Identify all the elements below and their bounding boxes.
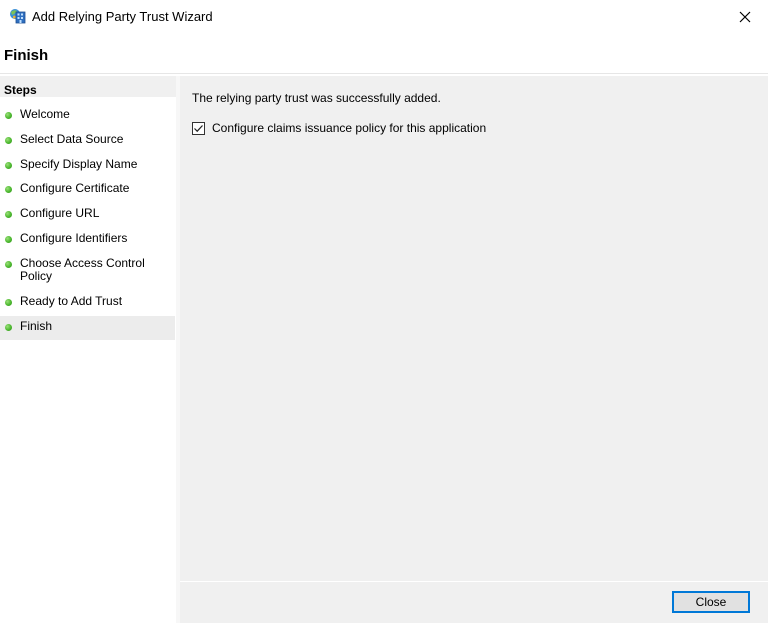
step-label: Finish bbox=[20, 319, 53, 333]
window-title: Add Relying Party Trust Wizard bbox=[32, 9, 213, 24]
footer: Close bbox=[180, 582, 768, 623]
step-complete-icon bbox=[5, 211, 12, 218]
step-complete-icon bbox=[5, 112, 12, 119]
step-label: Choose Access Control Policy bbox=[20, 256, 145, 283]
close-button[interactable]: Close bbox=[672, 591, 750, 613]
step-welcome: Welcome bbox=[0, 108, 175, 121]
step-configure-certificate: Configure Certificate bbox=[0, 182, 175, 195]
page-header: Finish bbox=[0, 34, 768, 74]
step-label: Specify Display Name bbox=[20, 157, 138, 171]
steps-pane: Steps Welcome Select Data Source Specify… bbox=[0, 76, 176, 623]
page-title: Finish bbox=[4, 47, 49, 64]
step-ready-to-add-trust: Ready to Add Trust bbox=[0, 295, 175, 308]
success-message: The relying party trust was successfully… bbox=[192, 91, 441, 105]
step-finish: Finish bbox=[0, 316, 175, 340]
step-complete-icon bbox=[5, 137, 12, 144]
step-complete-icon bbox=[5, 261, 12, 268]
step-label: Welcome bbox=[20, 107, 70, 121]
checkmark-icon bbox=[194, 124, 203, 132]
step-complete-icon bbox=[5, 324, 12, 331]
step-configure-identifiers: Configure Identifiers bbox=[0, 232, 175, 245]
close-icon bbox=[739, 11, 751, 23]
step-select-data-source: Select Data Source bbox=[0, 133, 175, 146]
step-label: Configure Certificate bbox=[20, 181, 130, 195]
close-window-button[interactable] bbox=[728, 4, 762, 30]
step-complete-icon bbox=[5, 299, 12, 306]
steps-heading-label: Steps bbox=[4, 83, 37, 97]
configure-claims-checkbox[interactable] bbox=[192, 121, 205, 135]
step-label: Ready to Add Trust bbox=[20, 294, 123, 308]
step-choose-access-control-policy: Choose Access Control Policy bbox=[0, 257, 150, 283]
configure-claims-checkbox-label: Configure claims issuance policy for thi… bbox=[212, 121, 487, 135]
content-pane: The relying party trust was successfully… bbox=[180, 76, 768, 581]
step-configure-url: Configure URL bbox=[0, 207, 175, 220]
title-bar: Add Relying Party Trust Wizard bbox=[0, 0, 768, 34]
header-divider bbox=[0, 73, 768, 74]
step-label: Configure URL bbox=[20, 206, 100, 220]
configure-claims-checkbox-row[interactable]: Configure claims issuance policy for thi… bbox=[192, 121, 486, 135]
steps-heading: Steps bbox=[0, 76, 176, 97]
step-label: Select Data Source bbox=[20, 132, 124, 146]
step-complete-icon bbox=[5, 162, 12, 169]
step-complete-icon bbox=[5, 236, 12, 243]
step-complete-icon bbox=[5, 186, 12, 193]
step-label: Configure Identifiers bbox=[20, 231, 128, 245]
relying-party-wizard-icon bbox=[9, 8, 26, 24]
step-specify-display-name: Specify Display Name bbox=[0, 158, 175, 171]
